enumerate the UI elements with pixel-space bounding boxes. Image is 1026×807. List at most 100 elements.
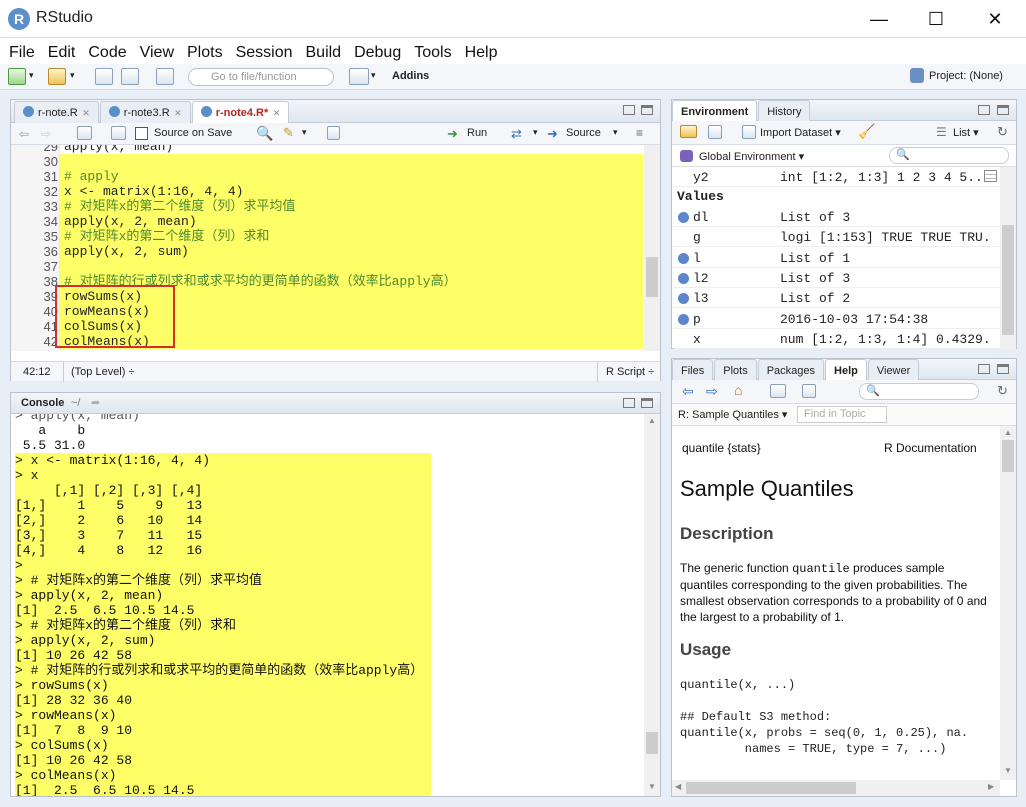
tab-packages[interactable]: Packages bbox=[757, 359, 825, 381]
expand-object-icon[interactable] bbox=[678, 272, 689, 284]
code-tools-icon[interactable]: ✎ bbox=[283, 125, 294, 141]
source-arrow-icon[interactable]: ➜ bbox=[547, 126, 558, 142]
new-file-dropdown-icon[interactable]: ▾ bbox=[29, 70, 34, 81]
rerun-icon[interactable]: ⇄ bbox=[511, 126, 522, 142]
code-editor[interactable]: 293031323334353637383940414243 apply(x, … bbox=[11, 145, 660, 351]
code-line[interactable] bbox=[60, 349, 620, 351]
save-file-icon[interactable] bbox=[111, 126, 126, 140]
menu-file[interactable]: File bbox=[2, 40, 41, 64]
source-dropdown-icon[interactable]: ▾ bbox=[613, 127, 618, 138]
refresh-help-icon[interactable]: ↻ bbox=[997, 383, 1008, 399]
help-v-scrollbar[interactable]: ▲ ▼ bbox=[1000, 426, 1016, 780]
env-scroll-thumb[interactable] bbox=[1002, 225, 1014, 335]
code-line[interactable]: # 对矩阵x的第二个维度（列）求平均值 bbox=[60, 199, 643, 214]
editor-scroll-thumb[interactable] bbox=[646, 257, 658, 297]
open-dropdown-icon[interactable]: ▾ bbox=[70, 70, 75, 81]
addins-menu[interactable]: Addins bbox=[392, 70, 429, 82]
menu-plots[interactable]: Plots bbox=[180, 40, 229, 64]
editor-tab[interactable]: r-note4.R* ✕ bbox=[191, 101, 290, 123]
open-project-icon[interactable] bbox=[48, 68, 66, 85]
pane-layout-icon[interactable] bbox=[349, 68, 369, 85]
show-in-window-icon[interactable] bbox=[77, 126, 92, 140]
close-tab-icon[interactable]: ✕ bbox=[270, 108, 281, 118]
run-arrow-icon[interactable]: ➜ bbox=[447, 126, 458, 142]
env-row[interactable]: dl List of 3 bbox=[673, 207, 1000, 227]
editor-tab[interactable]: r-note3.R ✕ bbox=[99, 101, 191, 123]
search-icon[interactable]: 🔍 bbox=[256, 125, 273, 142]
editor-scrollbar[interactable] bbox=[644, 145, 660, 351]
project-menu[interactable]: Project: (None) bbox=[929, 70, 1003, 82]
close-tab-icon[interactable]: ✕ bbox=[80, 108, 90, 118]
maximize-console-icon[interactable] bbox=[641, 398, 653, 408]
minimize-pane-icon[interactable] bbox=[623, 105, 635, 115]
code-line[interactable]: # 对矩阵x的第二个维度（列）求和 bbox=[60, 229, 643, 244]
save-icon[interactable] bbox=[95, 68, 113, 85]
source-button[interactable]: Source bbox=[566, 127, 601, 139]
menu-tools[interactable]: Tools bbox=[407, 40, 457, 64]
expand-object-icon[interactable] bbox=[678, 293, 689, 305]
help-h-scrollbar[interactable]: ◀ ▶ bbox=[672, 780, 1000, 796]
load-workspace-icon[interactable] bbox=[680, 125, 697, 138]
env-row[interactable]: l3 List of 2 bbox=[673, 288, 1000, 309]
tab-help[interactable]: Help bbox=[825, 359, 867, 381]
run-button[interactable]: Run bbox=[467, 127, 487, 139]
compile-report-icon[interactable] bbox=[327, 126, 340, 140]
back-arrow-icon[interactable]: ⇦ bbox=[19, 127, 29, 141]
help-search-input[interactable]: 🔍 bbox=[859, 383, 979, 400]
goto-file-input[interactable]: Go to file/function bbox=[188, 68, 334, 86]
layout-dropdown-icon[interactable]: ▾ bbox=[371, 70, 376, 81]
menu-code[interactable]: Code bbox=[81, 40, 132, 64]
env-scrollbar[interactable] bbox=[1000, 167, 1016, 349]
find-in-topic-input[interactable]: Find in Topic bbox=[797, 406, 887, 423]
tab-files[interactable]: Files bbox=[672, 359, 714, 381]
close-button[interactable]: ✕ bbox=[975, 4, 1015, 34]
env-search-input[interactable]: 🔍 bbox=[889, 147, 1009, 164]
menu-edit[interactable]: Edit bbox=[41, 40, 82, 64]
scroll-up-icon[interactable]: ▲ bbox=[648, 416, 656, 425]
console-scrollbar[interactable]: ▲ ▼ bbox=[644, 414, 660, 796]
environment-selector[interactable]: Global Environment ▾ bbox=[699, 150, 804, 163]
help-v-thumb[interactable] bbox=[1002, 440, 1014, 472]
code-line[interactable] bbox=[60, 154, 643, 169]
minimize-help-icon[interactable] bbox=[978, 364, 990, 374]
env-row[interactable]: l2 List of 3 bbox=[673, 268, 1000, 288]
close-tab-icon[interactable]: ✕ bbox=[172, 108, 182, 118]
minimize-console-icon[interactable] bbox=[623, 398, 635, 408]
code-line[interactable]: apply(x, 2, mean) bbox=[60, 214, 643, 229]
env-row[interactable]: p 2016-10-03 17:54:38 bbox=[673, 309, 1000, 329]
view-mode-dropdown[interactable]: List ▾ bbox=[953, 126, 979, 139]
maximize-help-icon[interactable] bbox=[997, 364, 1009, 374]
env-row[interactable]: l List of 1 bbox=[673, 248, 1000, 268]
code-tools-dropdown-icon[interactable]: ▾ bbox=[302, 127, 307, 138]
refresh-env-icon[interactable]: ↻ bbox=[997, 124, 1008, 140]
help-popout-icon[interactable] bbox=[802, 384, 816, 398]
code-line[interactable]: apply(x, 2, sum) bbox=[60, 244, 643, 259]
menu-debug[interactable]: Debug bbox=[347, 40, 407, 64]
import-dataset-icon[interactable] bbox=[742, 125, 756, 139]
help-back-icon[interactable]: ⇦ bbox=[682, 383, 694, 400]
forward-arrow-icon[interactable]: ⇨ bbox=[41, 127, 51, 141]
editor-tab[interactable]: r-note.R ✕ bbox=[14, 101, 99, 123]
expand-object-icon[interactable] bbox=[678, 252, 689, 264]
help-h-thumb[interactable] bbox=[686, 782, 856, 794]
maximize-env-icon[interactable] bbox=[997, 105, 1009, 115]
env-tab-environment[interactable]: Environment bbox=[672, 100, 758, 122]
expand-object-icon[interactable] bbox=[678, 212, 689, 223]
code-line[interactable] bbox=[60, 259, 643, 274]
menu-build[interactable]: Build bbox=[299, 40, 348, 64]
code-line[interactable]: x <- matrix(1:16, 4, 4) bbox=[60, 184, 643, 199]
menu-session[interactable]: Session bbox=[229, 40, 299, 64]
env-tab-history[interactable]: History bbox=[758, 100, 811, 122]
help-topic-selector[interactable]: R: Sample Quantiles ▾ bbox=[678, 408, 787, 421]
help-scroll-left-icon[interactable]: ◀ bbox=[675, 782, 681, 791]
scope-selector[interactable]: (Top Level) ÷ bbox=[71, 366, 135, 378]
new-file-icon[interactable] bbox=[8, 68, 26, 85]
scroll-down-icon[interactable]: ▼ bbox=[648, 782, 656, 791]
env-row[interactable]: g logi [1:153] TRUE TRUE TRU... bbox=[673, 227, 1000, 248]
tab-plots[interactable]: Plots bbox=[714, 359, 757, 381]
maximize-pane-icon[interactable] bbox=[641, 105, 653, 115]
help-home-icon[interactable]: ⌂ bbox=[734, 382, 742, 398]
help-scroll-up-icon[interactable]: ▲ bbox=[1004, 428, 1012, 437]
menu-help[interactable]: Help bbox=[458, 40, 504, 64]
console-output[interactable]: > apply(x, mean) a b 5.5 31.0 > x <- matr… bbox=[11, 414, 644, 796]
